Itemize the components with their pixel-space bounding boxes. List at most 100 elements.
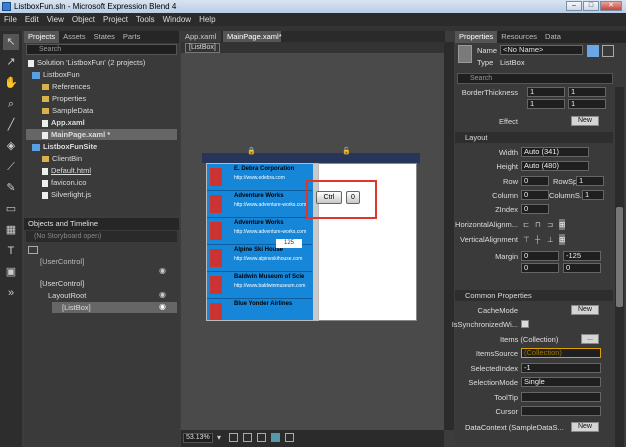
direct-select-icon[interactable]: ↗ (3, 54, 19, 70)
menu-edit[interactable]: Edit (21, 13, 43, 26)
tree-references[interactable]: References (42, 81, 90, 92)
border-right-input[interactable]: 1 (527, 99, 565, 109)
eye-icon[interactable]: ◉ (159, 302, 166, 311)
tab-parts[interactable]: Parts (119, 31, 145, 43)
events-view-icon[interactable] (602, 45, 614, 57)
cursor-select[interactable] (521, 406, 601, 416)
list-item[interactable]: Blue Yonder Airlines (207, 299, 312, 320)
issynchronized-checkbox[interactable] (521, 320, 529, 328)
valign-top-icon[interactable]: ⊤ (523, 234, 530, 245)
margin-top-input[interactable]: -125 (563, 251, 601, 261)
row-input[interactable]: 0 (521, 176, 549, 186)
tree-sampledata[interactable]: SampleData (42, 105, 93, 116)
halign-center-icon[interactable]: ⊓ (535, 219, 541, 230)
height-input[interactable]: Auto (480) (521, 161, 589, 171)
projects-search-input[interactable]: Search (26, 44, 177, 55)
menu-tools[interactable]: Tools (132, 13, 159, 26)
list-item[interactable]: Adventure Works http://www.adventure-work… (207, 191, 312, 218)
halign-stretch-icon[interactable]: ⊞ (559, 219, 566, 230)
selectedindex-input[interactable]: -1 (521, 363, 601, 373)
grid-icon[interactable]: ▦ (3, 222, 19, 238)
width-input[interactable]: Auto (341) (521, 147, 589, 157)
border-bottom-input[interactable]: 1 (568, 99, 606, 109)
maximize-button[interactable]: □ (583, 1, 599, 11)
properties-scroll-thumb[interactable] (616, 207, 623, 307)
menu-help[interactable]: Help (195, 13, 219, 26)
zoom-dropdown-icon[interactable]: ▾ (217, 433, 221, 442)
lock-icon[interactable]: 🔒 (247, 147, 256, 155)
pen-icon[interactable]: ✎ (3, 180, 19, 196)
artboard-vscroll[interactable] (444, 42, 454, 430)
menu-window[interactable]: Window (159, 13, 195, 26)
eye-icon[interactable]: ◉ (159, 266, 166, 275)
tree-usercontrol-scope[interactable]: [UserControl] (40, 256, 84, 267)
snap-grid-icon[interactable] (243, 433, 252, 442)
properties-view-icon[interactable] (587, 45, 599, 57)
breadcrumb[interactable]: [ListBox] (185, 43, 220, 53)
brush-transform-icon[interactable]: ⟋ (3, 159, 19, 175)
tree-project-listboxfun[interactable]: ListboxFun (32, 69, 80, 80)
tree-clientbin[interactable]: ClientBin (42, 153, 82, 164)
margin-right-input[interactable]: 0 (521, 263, 559, 273)
datacontext-new-button[interactable]: New (571, 422, 599, 432)
menu-view[interactable]: View (43, 13, 68, 26)
list-item[interactable]: Alpine Ski House http://www.alpineskihous… (207, 245, 312, 272)
lock-icon[interactable]: 🔓 (342, 147, 351, 155)
common-properties-header[interactable]: Common Properties (455, 290, 613, 301)
assets-icon[interactable]: » (3, 285, 19, 301)
valign-stretch-icon[interactable]: ⊞ (559, 234, 566, 245)
tab-projects[interactable]: Projects (24, 31, 60, 43)
tree-mainpage-xaml[interactable]: MainPage.xaml * (26, 129, 177, 140)
halign-left-icon[interactable]: ⊏ (523, 219, 529, 230)
tree-default-html[interactable]: Default.html (42, 165, 91, 176)
valign-bottom-icon[interactable]: ⊥ (547, 234, 554, 245)
minimize-button[interactable]: – (566, 1, 582, 11)
storyboard-picker[interactable]: (No Storyboard open) (26, 231, 177, 242)
control-icon[interactable]: ▣ (3, 264, 19, 280)
border-top-input[interactable]: 1 (568, 87, 606, 97)
annotations-icon[interactable] (285, 433, 294, 442)
tab-states[interactable]: States (90, 31, 119, 43)
tab-mainpage-xaml[interactable]: MainPage.xaml* (223, 31, 282, 42)
border-left-input[interactable]: 1 (527, 87, 565, 97)
margin-bottom-input[interactable]: 0 (563, 263, 601, 273)
zoom-icon[interactable]: ⌕ (3, 96, 19, 112)
properties-search-input[interactable]: Search (457, 73, 613, 84)
column-input[interactable]: 0 (521, 190, 549, 200)
valign-center-icon[interactable]: ┼ (535, 234, 540, 245)
halign-right-icon[interactable]: ⊐ (547, 219, 553, 230)
tree-solution[interactable]: Solution 'ListboxFun' (2 projects) (28, 57, 145, 68)
tooltip-input[interactable] (521, 392, 601, 402)
effects-toggle-icon[interactable] (271, 433, 280, 442)
tab-data[interactable]: Data (541, 31, 565, 43)
eye-icon[interactable]: ◉ (159, 290, 166, 299)
list-item[interactable]: E. Debra Corporation http://www.edebra.co… (207, 164, 312, 191)
grid-toggle-icon[interactable] (229, 433, 238, 442)
tab-assets[interactable]: Assets (59, 31, 90, 43)
timeline-icon[interactable] (28, 246, 38, 254)
layout-section-header[interactable]: Layout (455, 132, 613, 143)
list-item[interactable]: Baldwin Museum of Scie http://www.baldwin… (207, 272, 312, 299)
tab-resources[interactable]: Resources (497, 31, 541, 43)
tree-silverlight-js[interactable]: Silverlight.js (42, 189, 91, 200)
tab-properties[interactable]: Properties (455, 31, 498, 43)
itemssource-input[interactable]: (Collection) (521, 348, 601, 358)
cachemode-new-button[interactable]: New (571, 305, 599, 315)
eyedropper-icon[interactable]: ╱ (3, 117, 19, 133)
listbox[interactable]: E. Debra Corporation http://www.edebra.co… (206, 163, 319, 321)
name-input[interactable]: <No Name> (500, 45, 583, 55)
menu-object[interactable]: Object (68, 13, 99, 26)
selectionmode-select[interactable]: Single (521, 377, 601, 387)
close-button[interactable]: ✕ (600, 1, 622, 11)
effect-new-button[interactable]: New (571, 116, 599, 126)
tree-favicon[interactable]: favicon.ico (42, 177, 86, 188)
tree-layoutroot[interactable]: LayoutRoot (48, 290, 86, 301)
menu-project[interactable]: Project (99, 13, 132, 26)
snap-lines-icon[interactable] (257, 433, 266, 442)
tree-properties[interactable]: Properties (42, 93, 86, 104)
paint-bucket-icon[interactable]: ◈ (3, 138, 19, 154)
zindex-input[interactable]: 0 (521, 204, 549, 214)
rowspan-input[interactable]: 1 (576, 176, 604, 186)
tab-app-xaml[interactable]: App.xaml (181, 31, 221, 42)
rectangle-icon[interactable]: ▭ (3, 201, 19, 217)
